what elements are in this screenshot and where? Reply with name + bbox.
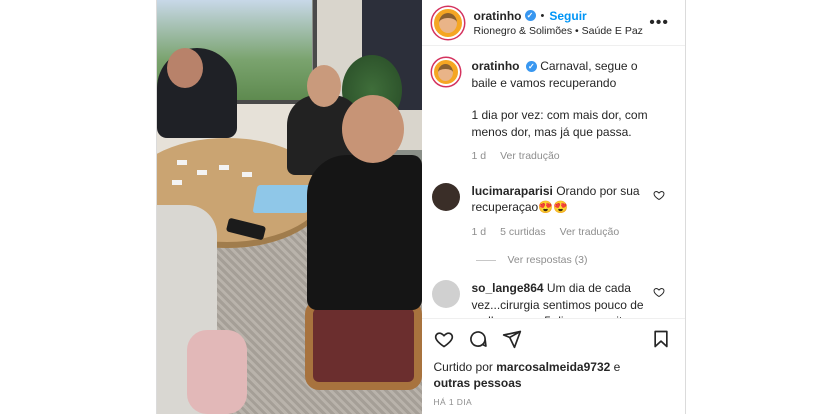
comment-like-heart-icon[interactable] (653, 286, 665, 298)
comment-username[interactable]: so_lange864 (472, 281, 544, 295)
caption-text-2: 1 dia por vez: com mais dor, com menos d… (471, 108, 648, 139)
comment-item: so_lange864 Um dia de cada vez...cirurgi… (431, 280, 676, 318)
liked-by-conjunction: e (613, 360, 621, 374)
view-replies-button[interactable]: Ver respostas (3) (475, 254, 676, 266)
post-username[interactable]: oratinho (474, 9, 522, 23)
liked-by-user[interactable]: marcosalmeida9732 (496, 360, 610, 374)
follow-button[interactable]: Seguir (549, 9, 586, 23)
audio-label[interactable]: Rionegro & Solimões • Saúde E Paz (474, 25, 676, 37)
comment-like-heart-icon[interactable] (653, 189, 665, 201)
separator-dot: • (540, 9, 545, 22)
heart-icon[interactable] (434, 329, 454, 349)
post-modal: oratinho ✓ • Seguir Rionegro & Solimões … (156, 0, 686, 414)
chair (305, 300, 422, 390)
avatar[interactable] (431, 6, 464, 39)
comment-time: 1 d (471, 225, 487, 238)
post-photo[interactable] (157, 0, 422, 414)
comments-list[interactable]: oratinho ✓ Carnaval, segue o baile e vam… (422, 46, 686, 318)
view-replies-label: Ver respostas (3) (507, 254, 588, 266)
liked-by-others[interactable]: outras pessoas (434, 376, 522, 390)
comment-avatar[interactable] (431, 182, 460, 211)
comment-icon[interactable] (468, 329, 488, 349)
share-icon[interactable] (502, 329, 522, 349)
likes-summary: Curtido por marcosalmeida9732 e outras p… (434, 359, 674, 391)
bookmark-icon[interactable] (651, 329, 671, 349)
verified-badge-icon: ✓ (524, 10, 536, 21)
action-bar (434, 327, 674, 351)
caption: oratinho ✓ Carnaval, segue o baile e vam… (431, 58, 676, 165)
caption-time: 1 d (471, 150, 487, 162)
post-header: oratinho ✓ • Seguir Rionegro & Solimões … (421, 0, 685, 46)
translate-button[interactable]: Ver tradução (560, 224, 620, 241)
translate-button[interactable]: Ver tradução (500, 148, 560, 165)
domino-box (252, 185, 313, 213)
comment-avatar[interactable] (431, 280, 460, 308)
comment-item: lucimaraparisi Orando por sua recuperaça… (431, 182, 676, 241)
post-side-panel: oratinho ✓ • Seguir Rionegro & Solimões … (421, 0, 686, 414)
post-footer: Curtido por marcosalmeida9732 e outras p… (421, 318, 685, 414)
caption-username[interactable]: oratinho (472, 59, 520, 73)
comment-likes[interactable]: 5 curtidas (500, 224, 546, 241)
verified-badge-icon: ✓ (525, 61, 537, 72)
comment-username[interactable]: lucimaraparisi (472, 184, 553, 198)
liked-by-label: Curtido por (433, 360, 493, 374)
caption-avatar[interactable] (431, 58, 460, 86)
post-date[interactable]: HÁ 1 DIA (434, 397, 674, 407)
more-options-icon[interactable]: ••• (649, 14, 669, 32)
